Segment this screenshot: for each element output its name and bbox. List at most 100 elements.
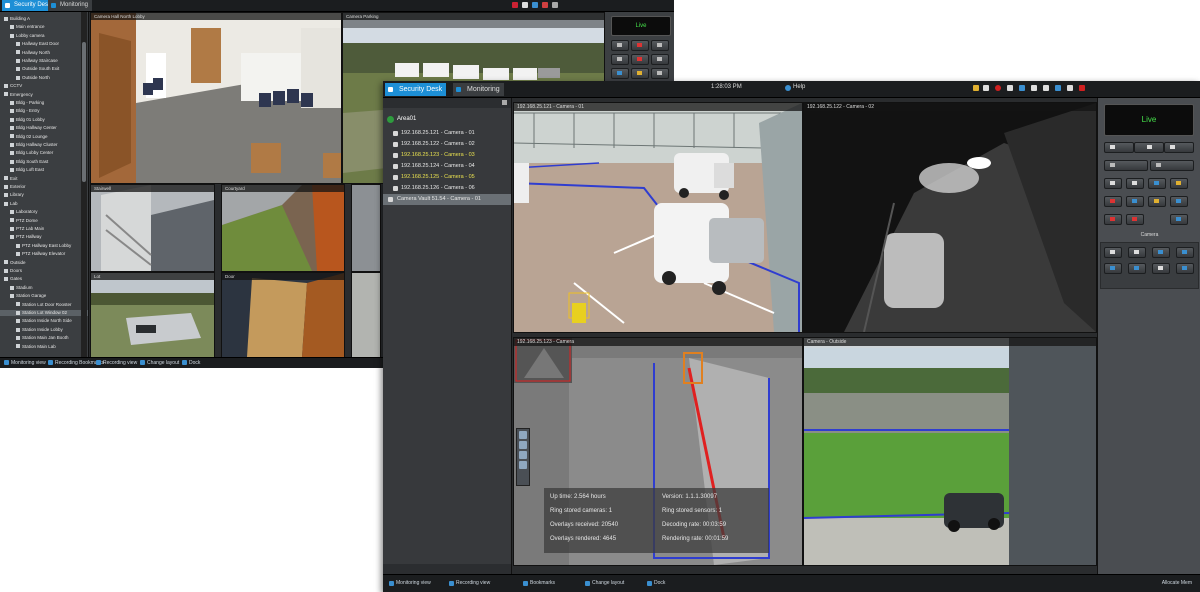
tree-item[interactable]: Station Main Jan Booth — [0, 335, 88, 341]
export-button[interactable] — [1170, 196, 1188, 207]
camera-list-item[interactable]: 192.168.25.124 - Camera - 04 — [383, 161, 511, 172]
close-icon[interactable] — [1079, 85, 1085, 91]
ptz-home-button[interactable] — [1104, 247, 1122, 258]
shield-button[interactable] — [1148, 178, 1166, 189]
tools-icon[interactable] — [1043, 85, 1049, 91]
alarm-icon[interactable] — [973, 85, 979, 91]
settings-icon[interactable] — [1067, 85, 1073, 91]
tree-item[interactable]: Library — [0, 192, 88, 198]
front-bottom-item[interactable]: Dock — [647, 575, 665, 592]
tree-item[interactable]: Exit — [0, 176, 88, 182]
front-tab-monitoring[interactable]: Monitoring — [453, 83, 504, 96]
tree-item[interactable]: Main entrance — [0, 24, 88, 30]
tree-root[interactable]: Area01 — [387, 116, 416, 123]
network-icon[interactable] — [532, 2, 538, 8]
ptz-preset-button[interactable] — [1128, 247, 1146, 258]
tree-item[interactable]: Building A — [0, 16, 88, 22]
volume-icon[interactable] — [983, 85, 989, 91]
tree-item[interactable]: Station Lot Door Rooster — [0, 302, 88, 308]
tree-item[interactable]: Emergency — [0, 92, 88, 98]
tree-item[interactable]: Hallway East Door — [0, 41, 88, 47]
back-forward-button[interactable] — [651, 40, 669, 51]
back-tile-lobby[interactable]: Camera Hall North Lobby — [90, 12, 342, 184]
camera-list-item[interactable]: 192.168.25.126 - Camera - 06 — [383, 183, 511, 194]
back-tile-door[interactable]: Door — [221, 272, 345, 358]
user-icon[interactable] — [1055, 85, 1061, 91]
camera-button[interactable] — [1104, 178, 1122, 189]
tree-item[interactable]: Station Main Lab — [0, 344, 88, 350]
volume-icon[interactable] — [522, 2, 528, 8]
tree-item[interactable]: Bldg Loft East — [0, 167, 88, 173]
tree-item[interactable]: PTZ Hallway East Lobby — [0, 243, 88, 249]
forward-button[interactable] — [1164, 142, 1194, 153]
back-bottom-item[interactable]: Monitoring view — [4, 358, 46, 368]
back-bottom-item[interactable]: Recording view — [96, 358, 137, 368]
back-tree-scroll-thumb[interactable] — [82, 42, 86, 182]
front-tile-cam3[interactable]: Up time: 2.564 hours Version: 1.1.1.30097… — [513, 337, 803, 566]
back-snapshot-button[interactable] — [611, 54, 629, 65]
tree-item[interactable]: PTZ Dome — [0, 218, 88, 224]
tree-item[interactable]: Bldg 01 Lobby — [0, 117, 88, 123]
monitor-icon[interactable] — [1031, 85, 1037, 91]
rewind-button[interactable] — [1104, 142, 1134, 153]
tree-item[interactable]: Station Lot Window 02 — [0, 310, 88, 316]
ptz-menu-button[interactable] — [1176, 263, 1194, 274]
back-tile-stairwell[interactable]: Stairwell — [90, 184, 215, 272]
tree-item[interactable]: Outside South Exit — [0, 66, 88, 72]
ptz-pattern-button[interactable] — [1152, 247, 1170, 258]
record-status-icon[interactable] — [995, 85, 1001, 91]
snapshot-button[interactable] — [1104, 160, 1148, 171]
stop-button[interactable] — [1104, 196, 1122, 207]
pause-button[interactable] — [1134, 142, 1164, 153]
back-tile-courtyard[interactable]: Courtyard — [221, 184, 345, 272]
tree-item[interactable]: Station Garage — [0, 293, 88, 299]
front-tile-cam2[interactable]: 192.168.25.122 - Camera - 02 — [803, 102, 1097, 333]
tree-item[interactable]: Bldg 02 Lounge — [0, 134, 88, 140]
back-tile-partial-2[interactable] — [351, 272, 381, 358]
back-rewind-button[interactable] — [611, 40, 629, 51]
ptz-down-button[interactable] — [1128, 263, 1146, 274]
settings-icon[interactable] — [552, 2, 558, 8]
camera-list-item[interactable]: 192.168.25.123 - Camera - 03 — [383, 150, 511, 161]
back-pause-button[interactable] — [631, 40, 649, 51]
tree-item[interactable]: Bldg Hallway Cluster — [0, 142, 88, 148]
tree-item[interactable]: Station Inside Lobby — [0, 327, 88, 333]
overlay-toggle-icon[interactable] — [519, 431, 527, 439]
back-tab-monitoring[interactable]: Monitoring — [48, 0, 93, 11]
record-button[interactable] — [1104, 214, 1122, 225]
tree-item[interactable]: Lobby camera — [0, 33, 88, 39]
zoom-button[interactable] — [1170, 214, 1188, 225]
loop-button[interactable] — [1150, 160, 1194, 171]
front-tab-security-desk[interactable]: Security Desk — [385, 83, 447, 96]
back-ptz-button[interactable] — [611, 68, 629, 79]
back-bottom-item[interactable]: Change layout — [140, 358, 179, 368]
front-bottom-item[interactable]: Bookmarks — [523, 575, 555, 592]
ptz-aux-button[interactable] — [1176, 247, 1194, 258]
front-bottom-item[interactable]: Change layout — [585, 575, 624, 592]
tree-item[interactable]: Outside North — [0, 75, 88, 81]
tree-item[interactable]: Laboratory — [0, 209, 88, 215]
tree-item[interactable]: Gates — [0, 276, 88, 282]
tree-item[interactable]: Station Inside North Side — [0, 318, 88, 324]
back-bottom-item[interactable]: Dock — [182, 358, 200, 368]
back-export-button[interactable] — [651, 68, 669, 79]
tree-item[interactable]: Bldg Lobby Center — [0, 150, 88, 156]
tree-item[interactable]: Exterior — [0, 184, 88, 190]
back-tree-scrollbar[interactable] — [81, 12, 87, 357]
tree-item[interactable]: PTZ Hallway Elevator — [0, 251, 88, 257]
tree-item[interactable]: CCTV — [0, 83, 88, 89]
back-bookmark-button[interactable] — [631, 68, 649, 79]
camera-list-item[interactable]: 192.168.25.125 - Camera - 05 — [383, 172, 511, 183]
tree-item[interactable]: Bldg - Entry — [0, 108, 88, 114]
speaker-icon[interactable] — [1007, 85, 1013, 91]
tree-item[interactable]: Hallway Staircase — [0, 58, 88, 64]
tree-item[interactable]: PTZ Hallway — [0, 234, 88, 240]
tree-item[interactable]: Doors — [0, 268, 88, 274]
back-zoom-button[interactable] — [651, 54, 669, 65]
ptz-button[interactable] — [1170, 178, 1188, 189]
back-tile-lot[interactable]: Lot — [90, 272, 215, 358]
bookmark-button[interactable] — [1148, 196, 1166, 207]
tree-item[interactable]: Bldg South East — [0, 159, 88, 165]
tree-item[interactable]: Bldg - Parking — [0, 100, 88, 106]
tag-icon[interactable] — [519, 461, 527, 469]
